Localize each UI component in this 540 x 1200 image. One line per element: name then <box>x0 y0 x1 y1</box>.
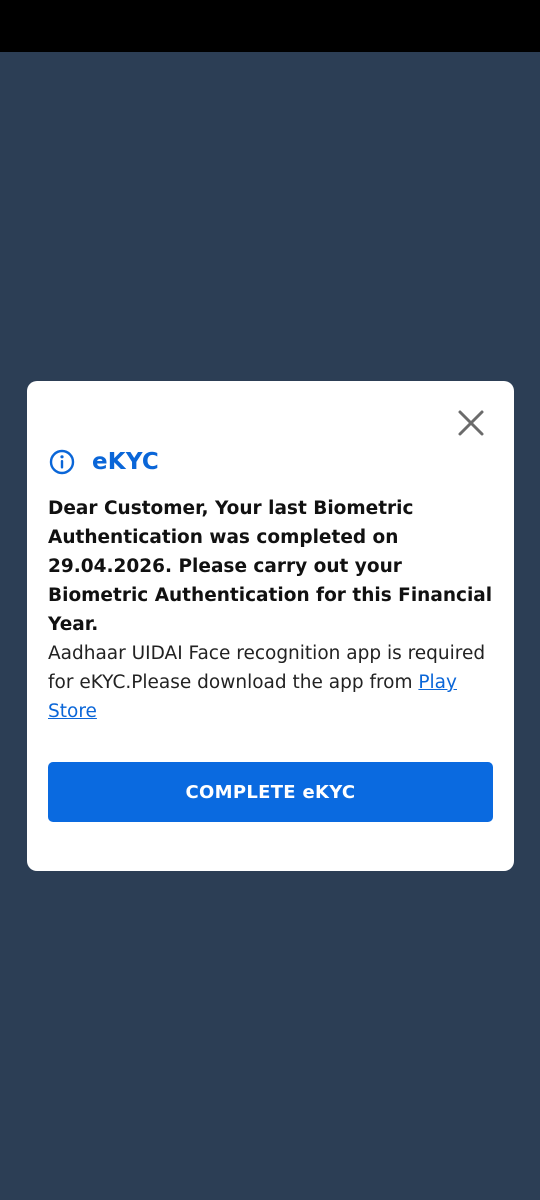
ekyc-dialog: eKYC Dear Customer, Your last Biometric … <box>27 381 514 871</box>
status-bar <box>0 0 540 52</box>
info-circle-icon <box>48 448 76 476</box>
dialog-header: eKYC <box>48 447 159 477</box>
complete-ekyc-button[interactable]: COMPLETE eKYC <box>48 762 493 822</box>
download-instructions: Aadhaar UIDAI Face recognition app is re… <box>48 639 496 726</box>
close-icon <box>458 410 484 436</box>
biometric-message: Dear Customer, Your last Biometric Authe… <box>48 498 493 635</box>
close-button[interactable] <box>455 407 487 439</box>
dialog-title: eKYC <box>92 449 159 475</box>
